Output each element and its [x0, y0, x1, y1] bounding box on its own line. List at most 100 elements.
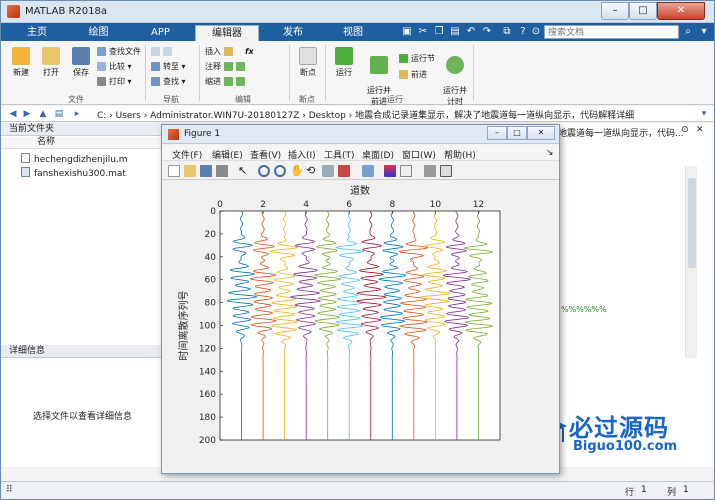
run-and-time-button[interactable]: 运行并 计时: [441, 47, 469, 107]
tab-home[interactable]: 主页: [11, 25, 63, 41]
back-icon[interactable]: ◀: [7, 108, 19, 120]
indent-icon: [223, 77, 233, 86]
minimize-button[interactable]: –: [601, 2, 629, 20]
menu-window[interactable]: 窗口(W): [402, 148, 436, 161]
insert-button[interactable]: 插入: [205, 46, 236, 57]
compare-button[interactable]: 比较 ▾: [97, 61, 132, 72]
separator: [473, 45, 474, 101]
menu-desktop[interactable]: 桌面(D): [362, 148, 394, 161]
menu-tools[interactable]: 工具(T): [324, 148, 355, 161]
up-folder-icon[interactable]: ▲: [37, 108, 49, 120]
name-column-header[interactable]: 名称: [1, 137, 164, 149]
goto-button[interactable]: 转至 ▾: [151, 61, 186, 72]
find-files-button[interactable]: 查找文件: [97, 46, 141, 57]
find-button[interactable]: 查找 ▾: [151, 76, 186, 87]
help-icon[interactable]: ?: [517, 26, 529, 38]
current-folder-path[interactable]: C: › Users › Administrator.WIN7U-2018012…: [97, 108, 634, 121]
tab-editor[interactable]: 编辑器: [195, 25, 259, 41]
close-button[interactable]: ✕: [657, 2, 705, 20]
breakpoints-button[interactable]: 断点: [295, 47, 321, 78]
ribbon-tab-bar: 主页 绘图 APP 编辑器 发布 视图 ▣ ✂ ❐ ▤ ↶ ↷ ⧉ ? ⊙ ⌕ …: [1, 23, 714, 41]
maximize-button[interactable]: □: [629, 2, 657, 20]
pan-icon[interactable]: ✋: [290, 165, 304, 177]
open-button[interactable]: 打开: [37, 47, 65, 78]
figure-title-bar: Figure 1 – □ ✕: [162, 125, 559, 144]
col-value: 1: [683, 485, 689, 495]
new-button[interactable]: 新建: [7, 47, 35, 78]
figure-close-button[interactable]: ✕: [527, 126, 555, 140]
editor-tab-title[interactable]: 地震道每一道纵向显示，代码...: [558, 126, 683, 139]
x-tick-label: 8: [389, 200, 395, 210]
save-quick-icon[interactable]: ▣: [401, 26, 413, 38]
tab-apps[interactable]: APP: [133, 25, 188, 41]
panel-close-icon[interactable]: ✕: [696, 125, 704, 135]
zoom-out-icon[interactable]: [274, 165, 286, 177]
save-button[interactable]: 保存: [67, 47, 95, 78]
menu-help[interactable]: 帮助(H): [444, 148, 476, 161]
search-documentation-input[interactable]: [544, 25, 679, 39]
rotate-icon[interactable]: ⟲: [306, 165, 318, 177]
redo-icon[interactable]: ↷: [481, 26, 493, 38]
figure-maximize-button[interactable]: □: [507, 126, 527, 140]
print-icon[interactable]: [216, 165, 228, 177]
separator: [289, 45, 290, 101]
details-header: 详细信息: [1, 345, 164, 358]
menu-insert[interactable]: 插入(I): [288, 148, 316, 161]
copy-icon[interactable]: ❐: [433, 26, 445, 38]
run-button[interactable]: 运行: [331, 47, 357, 78]
uncomment-icon: [235, 62, 245, 71]
colorbar-icon[interactable]: [384, 165, 396, 177]
indent-button[interactable]: 缩进: [205, 76, 248, 87]
zoom-in-icon[interactable]: [258, 165, 270, 177]
expand-icon[interactable]: ⊙: [530, 26, 542, 38]
pointer-icon[interactable]: ↖: [238, 165, 250, 177]
menu-file[interactable]: 文件(F): [172, 148, 202, 161]
breakpoint-icon: [299, 47, 317, 65]
open-icon[interactable]: [184, 165, 196, 177]
panel-options-icon[interactable]: ⊙: [681, 125, 689, 135]
y-tick-label: 40: [205, 253, 217, 263]
tab-publish[interactable]: 发布: [264, 25, 322, 41]
undo-icon[interactable]: ↶: [465, 26, 477, 38]
advance-button[interactable]: 前进: [399, 69, 427, 80]
nav-back-forward[interactable]: [151, 46, 175, 57]
hide-tools-icon[interactable]: [424, 165, 436, 177]
figure-menu-bar: 文件(F) 编辑(E) 查看(V) 插入(I) 工具(T) 桌面(D) 窗口(W…: [162, 145, 559, 161]
file-item[interactable]: fanshexishu300.mat: [21, 167, 126, 179]
link-icon[interactable]: [362, 165, 374, 177]
data-cursor-icon[interactable]: [322, 165, 334, 177]
cut-icon[interactable]: ✂: [417, 26, 429, 38]
scrollbar-thumb[interactable]: [688, 178, 696, 268]
menu-edit[interactable]: 编辑(E): [212, 148, 243, 161]
ribbon-collapse-icon[interactable]: ▾: [698, 26, 710, 38]
save-icon[interactable]: [200, 165, 212, 177]
y-axis-label: 时间离散序列号: [177, 291, 190, 361]
paste-icon[interactable]: ▤: [449, 26, 461, 38]
browse-folder-icon[interactable]: ▤: [53, 108, 65, 120]
path-dropdown-icon[interactable]: ▾: [698, 108, 710, 120]
tab-plots[interactable]: 绘图: [71, 25, 126, 41]
x-tick-label: 0: [217, 200, 223, 210]
editor-scrollbar[interactable]: [685, 166, 697, 358]
file-group-label: 文件: [68, 95, 84, 104]
legend-icon[interactable]: [400, 165, 412, 177]
fx-button[interactable]: fx: [245, 46, 254, 57]
run-section-button[interactable]: 运行节: [399, 53, 435, 64]
advance-icon: [399, 70, 408, 79]
menu-dock-icon[interactable]: ↘: [546, 148, 554, 158]
new-figure-icon[interactable]: [168, 165, 180, 177]
menu-view[interactable]: 查看(V): [250, 148, 281, 161]
switch-windows-icon[interactable]: ⧉: [501, 26, 513, 38]
print-button[interactable]: 打印 ▾: [97, 76, 132, 87]
seismic-plot[interactable]: 0 2 4 6 8 10 12020406080100120140160180200道数时间…: [162, 181, 559, 473]
forward-icon[interactable]: ▶: [21, 108, 33, 120]
file-item[interactable]: hechengdizhenjilu.m: [21, 153, 128, 165]
tab-view[interactable]: 视图: [324, 25, 382, 41]
row-value: 1: [641, 485, 647, 495]
comment-button[interactable]: 注释: [205, 61, 248, 72]
brush-icon[interactable]: [338, 165, 350, 177]
drive-icon[interactable]: ▸: [71, 108, 83, 120]
show-tools-icon[interactable]: [440, 165, 452, 177]
search-icon[interactable]: ⌕: [682, 26, 694, 38]
figure-minimize-button[interactable]: –: [487, 126, 507, 140]
